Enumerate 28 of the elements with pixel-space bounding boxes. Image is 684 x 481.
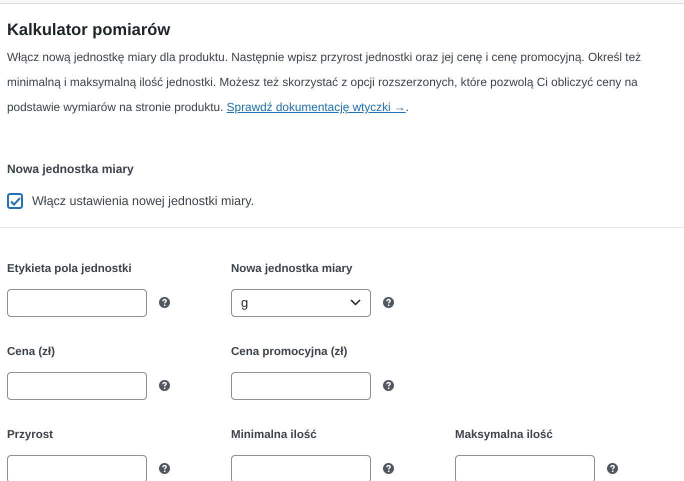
help-icon xyxy=(159,463,170,474)
field-label: Minimalna ilość xyxy=(231,428,317,443)
help-icon xyxy=(383,380,394,392)
input-field[interactable] xyxy=(7,454,147,481)
field-label: Cena promocyjna (zł) xyxy=(231,344,348,360)
unit-dropdown[interactable]: g xyxy=(231,288,371,317)
section-title: Kalkulator pomiarów xyxy=(7,20,172,41)
help-icon xyxy=(383,463,394,474)
documentation-link[interactable]: Sprawdź dokumentację wtyczki → xyxy=(226,100,406,114)
input-field[interactable] xyxy=(231,372,371,400)
input-field[interactable] xyxy=(7,288,147,317)
checkbox[interactable] xyxy=(7,193,23,210)
help-icon xyxy=(159,297,170,308)
field-label: Nowa jednostka miary xyxy=(231,262,352,277)
checkbox-label: Włącz ustawienia nowej jednostki miary. xyxy=(32,193,254,210)
help-icon xyxy=(159,380,170,392)
chevron-down-icon xyxy=(350,299,361,306)
field-label: Maksymalna ilość xyxy=(455,428,553,443)
subsection-title: Nowa jednostka miary xyxy=(7,161,135,177)
input-field[interactable] xyxy=(455,454,595,481)
field-label: Cena (zł) xyxy=(7,344,55,360)
input-field[interactable] xyxy=(231,454,371,481)
description: Włącz nową jednostkę miary dla produktu. Następnie wpisz przyrost jednostki oraz jej cenę i cenę promocyjną. Określ też minimalną i maksymalną ilość jednostki. Możesz też skorzystać z opcji rozszerzonych, które pozwolą Ci obliczyć ceny na podstawie wymiarów na stronie produktu. Sprawdź dokumentację wtyczki →. xyxy=(7,49,642,116)
input-field[interactable] xyxy=(7,372,147,400)
field-label: Etykieta pola jednostki xyxy=(7,262,132,277)
help-icon xyxy=(607,463,618,474)
help-icon xyxy=(383,297,394,308)
field-label: Przyrost xyxy=(7,428,54,443)
